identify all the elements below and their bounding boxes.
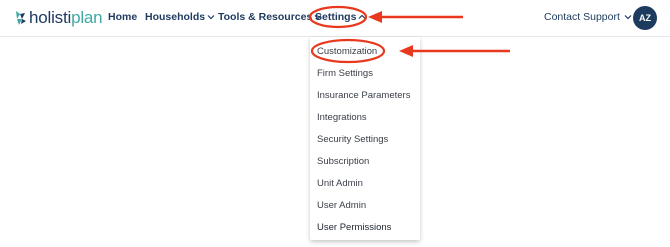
chevron-down-icon: [207, 15, 215, 20]
top-navigation-bar: holistiplan Home Households Tools & Reso…: [0, 0, 670, 37]
nav-households-menu[interactable]: Households: [145, 10, 215, 24]
nav-tools-label: Tools & Resources: [218, 11, 313, 23]
menu-item-user-permissions[interactable]: User Permissions: [317, 222, 391, 234]
menu-item-firm-settings[interactable]: Firm Settings: [317, 68, 373, 80]
menu-item-security-settings[interactable]: Security Settings: [317, 134, 388, 146]
nav-households-label: Households: [145, 11, 206, 23]
logo-text-plan: plan: [71, 8, 103, 27]
menu-item-user-admin[interactable]: User Admin: [317, 200, 366, 212]
logo-text-holisti: holisti: [29, 8, 72, 27]
nav-settings-menu[interactable]: Settings: [315, 10, 366, 24]
user-avatar[interactable]: AZ: [633, 6, 657, 30]
nav-home-link[interactable]: Home: [108, 10, 137, 24]
menu-item-unit-admin[interactable]: Unit Admin: [317, 178, 363, 190]
logo-mark-icon: [16, 11, 26, 25]
contact-support-menu[interactable]: Contact Support: [544, 10, 632, 24]
chevron-down-icon: [624, 15, 632, 20]
contact-support-label: Contact Support: [544, 11, 620, 23]
chevron-up-icon: [358, 14, 366, 20]
settings-dropdown-menu: Customization Firm Settings Insurance Pa…: [310, 37, 420, 240]
logo-wordmark: holistiplan: [29, 8, 103, 28]
holistiplan-logo[interactable]: holistiplan: [13, 7, 103, 29]
nav-settings-label: Settings: [315, 11, 357, 23]
menu-item-customization[interactable]: Customization: [317, 46, 377, 58]
nav-tools-resources-menu[interactable]: Tools & Resources: [218, 10, 322, 24]
menu-item-insurance-parameters[interactable]: Insurance Parameters: [317, 90, 410, 102]
menu-item-integrations[interactable]: Integrations: [317, 112, 367, 124]
menu-item-subscription[interactable]: Subscription: [317, 156, 369, 168]
